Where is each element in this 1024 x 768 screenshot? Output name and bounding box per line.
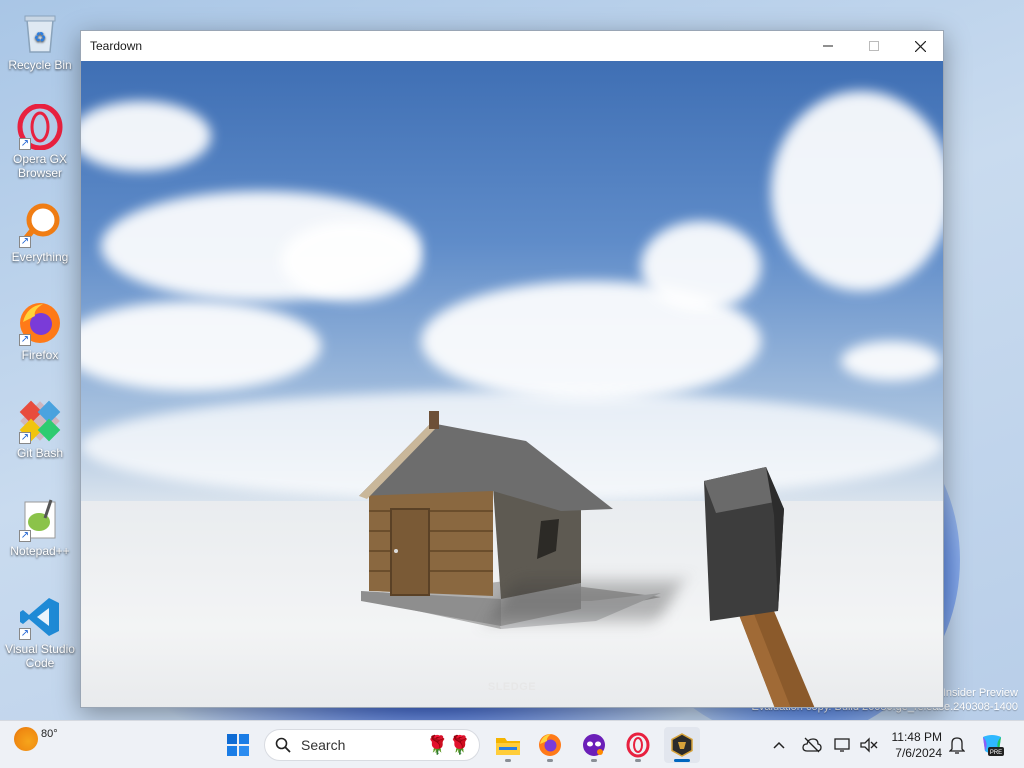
- bell-icon: [949, 737, 965, 754]
- running-indicator: [635, 759, 641, 762]
- search-placeholder: Search: [301, 737, 346, 753]
- shortcut-arrow-icon: ↗: [19, 236, 31, 248]
- cloud: [641, 221, 761, 311]
- taskbar-file-explorer[interactable]: [490, 727, 526, 763]
- display-status[interactable]: [832, 733, 854, 757]
- desktop-icon-git-bash[interactable]: ↗ Git Bash: [4, 394, 76, 478]
- desktop-icon-label: Opera GX Browser: [12, 152, 68, 180]
- taskbar: 80° Search 🌹🌹 11:48 PM 7/6/2024 PRE: [0, 720, 1024, 768]
- window-title: Teardown: [90, 39, 143, 53]
- desktop-icon-firefox[interactable]: ↗ Firefox: [4, 296, 76, 380]
- running-indicator: [547, 759, 553, 762]
- cloud: [281, 221, 421, 301]
- copilot-badge-text: PRE: [990, 750, 1002, 756]
- copilot-icon: PRE: [983, 735, 1004, 756]
- notifications-button[interactable]: [946, 733, 968, 757]
- speaker-muted-icon: [860, 737, 878, 753]
- taskbar-clock[interactable]: 11:48 PM 7/6/2024: [892, 729, 942, 761]
- desktop-icon-label: Git Bash: [16, 446, 64, 460]
- shortcut-arrow-icon: ↗: [19, 432, 31, 444]
- maximize-button[interactable]: [851, 31, 897, 61]
- close-icon: [914, 40, 926, 52]
- desktop-icon-notepad-plus-plus[interactable]: ↗ Notepad++: [4, 492, 76, 576]
- desktop-icon-label: Everything: [11, 250, 69, 264]
- notepad-plus-plus-icon: ↗: [17, 496, 63, 542]
- opera-gx-icon: ↗: [17, 104, 63, 150]
- cloud: [771, 91, 943, 291]
- shortcut-arrow-icon: ↗: [19, 530, 31, 542]
- window-titlebar[interactable]: Teardown: [81, 31, 943, 61]
- running-indicator: [505, 759, 511, 762]
- git-bash-icon: ↗: [17, 398, 63, 444]
- cabin-shadow: [489, 581, 683, 621]
- teardown-game-icon: [671, 733, 693, 757]
- svg-text:♻: ♻: [34, 29, 47, 45]
- cloud: [81, 101, 211, 171]
- minimize-icon: [823, 45, 833, 47]
- clock-date: 7/6/2024: [895, 746, 942, 760]
- desktop-icon-label: Visual Studio Code: [5, 642, 75, 670]
- masked-browser-icon: [583, 734, 605, 756]
- shortcut-arrow-icon: ↗: [19, 334, 31, 346]
- shortcut-arrow-icon: ↗: [19, 138, 31, 150]
- taskbar-search-box[interactable]: Search 🌹🌹: [264, 729, 480, 761]
- desktop-icon-recycle-bin[interactable]: ♻ Recycle Bin: [4, 6, 76, 90]
- windows-logo-icon: [227, 734, 249, 756]
- opera-gx-icon: [626, 732, 650, 758]
- clock-time: 11:48 PM: [891, 730, 942, 744]
- weather-widget[interactable]: 80°: [14, 727, 58, 751]
- desktop-icon-vscode[interactable]: ↗ Visual Studio Code: [4, 590, 76, 674]
- taskbar-teardown[interactable]: [664, 727, 700, 763]
- desktop-icon-label: Firefox: [21, 348, 59, 362]
- everything-search-icon: ↗: [17, 202, 63, 248]
- start-button[interactable]: [220, 727, 256, 763]
- recycle-bin-icon: ♻: [17, 10, 63, 56]
- search-icon: [275, 737, 291, 753]
- network-status[interactable]: [800, 733, 824, 757]
- cloud: [841, 341, 941, 381]
- desktop-icon-everything[interactable]: ↗ Everything: [4, 198, 76, 282]
- volume-status[interactable]: [858, 733, 880, 757]
- cloud-offline-icon: [802, 737, 822, 753]
- file-explorer-icon: [496, 738, 520, 755]
- desktop-icon-label: Recycle Bin: [8, 58, 72, 72]
- sledgehammer-weapon: [704, 467, 815, 707]
- hud-tool-label: SLEDGE: [487, 681, 537, 693]
- search-highlight-roses-icon: 🌹🌹: [426, 734, 471, 755]
- vscode-icon: ↗: [17, 594, 63, 640]
- weather-temperature: 80°: [41, 728, 58, 740]
- desktop-icon-opera-gx[interactable]: ↗ Opera GX Browser: [4, 100, 76, 184]
- maximize-icon: [869, 41, 879, 51]
- chevron-up-icon: [773, 741, 785, 749]
- copilot-button[interactable]: PRE: [978, 733, 1006, 757]
- desktop-icon-label: Notepad++: [10, 544, 70, 558]
- running-indicator: [591, 759, 597, 762]
- minimize-button[interactable]: [805, 31, 851, 61]
- taskbar-opera-gx[interactable]: [620, 727, 656, 763]
- firefox-icon: [539, 734, 561, 756]
- monitor-icon: [834, 738, 850, 752]
- game-viewport[interactable]: SLEDGE: [81, 61, 943, 707]
- window-controls: [805, 31, 943, 61]
- shortcut-arrow-icon: ↗: [19, 628, 31, 640]
- firefox-icon: ↗: [17, 300, 63, 346]
- close-button[interactable]: [897, 31, 943, 61]
- taskbar-privacy-browser[interactable]: [576, 727, 612, 763]
- taskbar-firefox[interactable]: [532, 727, 568, 763]
- weather-sun-icon: [14, 727, 38, 751]
- show-hidden-icons-button[interactable]: [770, 733, 788, 757]
- active-app-indicator: [674, 759, 690, 762]
- teardown-window[interactable]: Teardown SLEDGE: [80, 30, 944, 708]
- cloud: [81, 301, 321, 391]
